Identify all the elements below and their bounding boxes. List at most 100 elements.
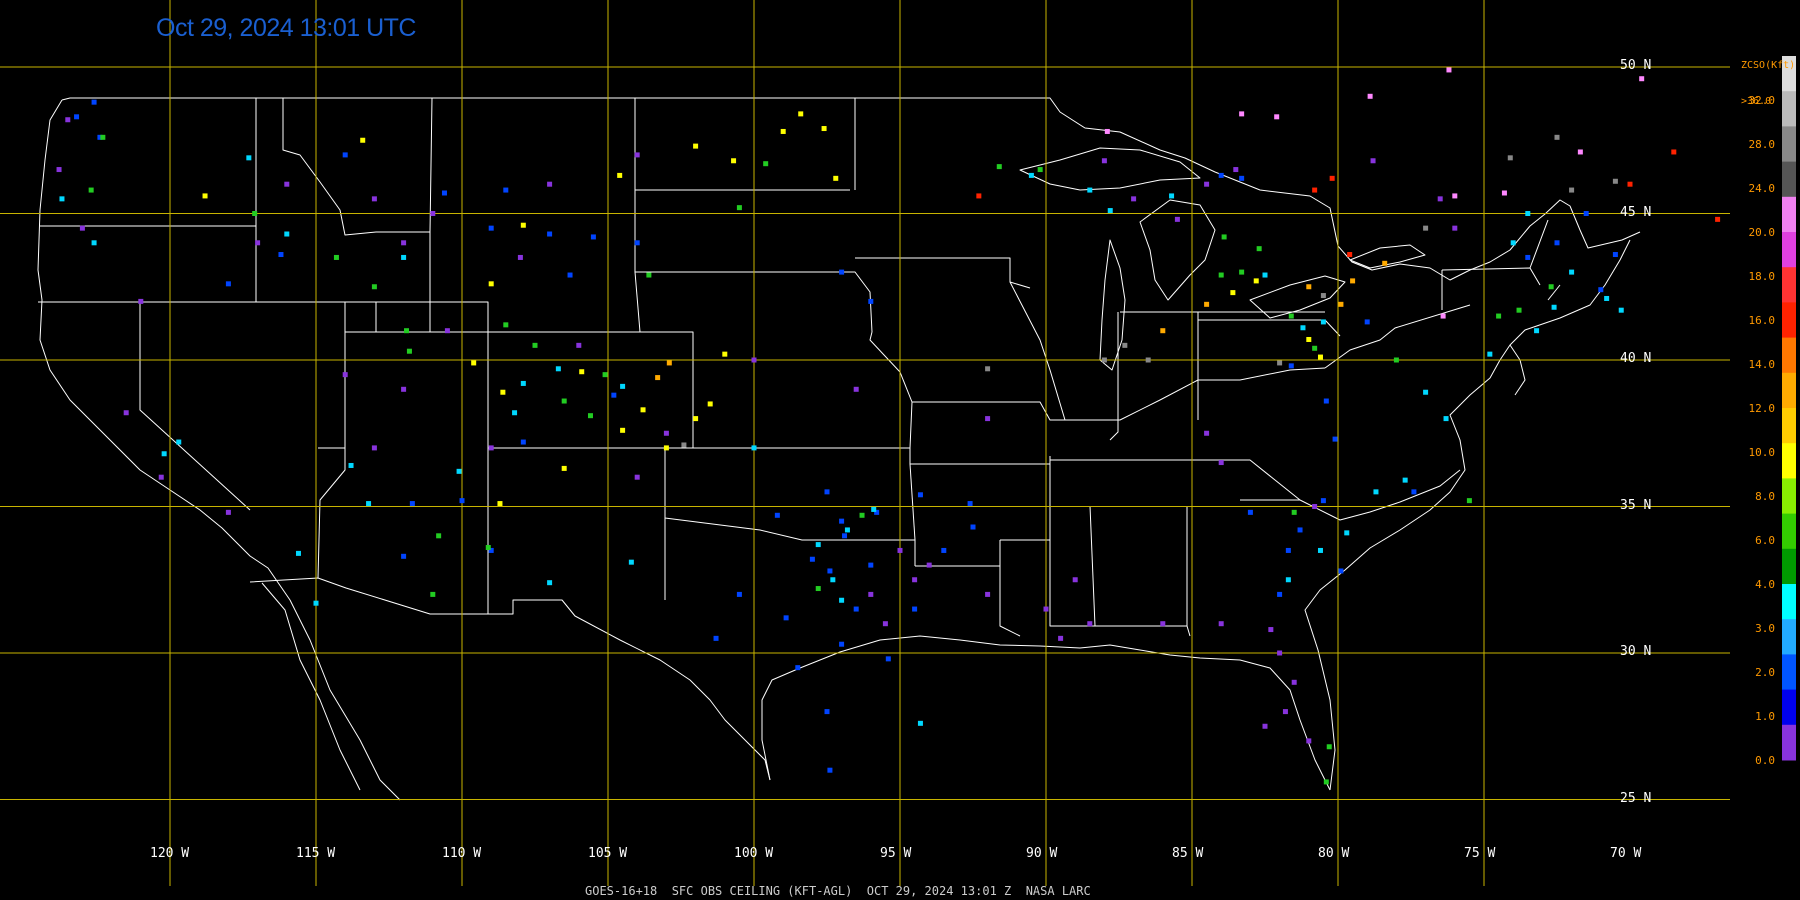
station-marker-purple [868,591,874,597]
legend-label: 18.0 [1748,270,1776,283]
station-marker-green [436,533,442,539]
station-marker-pink [1239,111,1245,117]
station-marker-blue [868,562,874,568]
station-marker-lightblue [246,155,252,161]
station-marker-pink [1501,190,1507,196]
station-marker-blue [1247,509,1253,515]
station-marker-purple [1452,225,1458,231]
station-marker-green [1466,498,1472,504]
station-marker-blue [1323,398,1329,404]
station-marker-blue [488,225,494,231]
station-marker-purple [1370,158,1376,164]
longitude-label: 80 W [1318,846,1350,861]
longitude-label: 90 W [1026,846,1058,861]
legend-label: 8.0 [1755,490,1775,503]
station-marker-purple [897,547,903,553]
legend-label: 16.0 [1748,314,1776,327]
station-marker-gray [985,366,991,372]
station-marker-green [1323,779,1329,785]
station-marker-purple [255,240,261,246]
station-marker-blue [278,252,284,258]
station-marker-yellow [471,360,477,366]
station-marker-blue [885,656,891,662]
station-marker-yellow [693,416,699,422]
station-marker-yellow [1306,336,1312,342]
legend-title-units: ZCSO(Kft) [1741,60,1796,71]
station-marker-blue [839,518,845,524]
station-marker-green [532,342,538,348]
station-marker-green [252,211,258,216]
station-marker-purple [1174,216,1180,222]
station-marker-green [996,164,1002,170]
station-marker-pink [1577,149,1583,155]
station-marker-orange [1350,278,1356,284]
station-marker-green [561,398,567,404]
longitude-label: 95 W [880,846,912,861]
station-marker-lightblue [512,410,518,416]
station-marker-blue [824,709,830,715]
station-marker-purple [56,167,62,173]
station-marker-yellow [707,401,713,407]
station-marker-blue [225,281,231,287]
station-marker-red [1627,181,1633,187]
station-marker-blue [912,606,918,612]
station-marker-green [1239,269,1245,275]
station-marker-green [371,284,377,290]
station-marker-blue [1297,527,1303,533]
legend-swatch [1782,161,1796,198]
station-marker-yellow [663,445,669,451]
station-marker-yellow [500,389,506,395]
station-marker-blue [634,240,640,246]
latitude-label: 30 N [1620,644,1652,659]
station-marker-yellow [520,222,526,228]
legend-label: 14.0 [1748,358,1776,371]
state-boundaries [37,97,1641,801]
station-marker-lightblue [1317,547,1323,553]
station-marker-blue [567,272,573,278]
station-marker-green [1218,272,1224,278]
station-marker-lightblue [176,439,182,445]
legend-label: 28.0 [1748,138,1776,151]
station-marker-yellow [561,465,567,471]
station-marker-yellow [821,126,827,132]
station-marker-red [1671,149,1677,155]
station-marker-lightblue [366,501,372,507]
station-marker-purple [342,372,348,378]
station-marker-orange [1160,328,1166,334]
station-marker-purple [1268,627,1274,633]
station-marker-blue [970,524,976,530]
station-marker-blue [503,187,509,193]
longitude-label: 115 W [296,846,336,861]
legend-swatch [1782,443,1796,479]
station-marker-lightblue [815,542,821,548]
station-marker-blue [1525,254,1531,260]
station-marker-gray [1101,357,1107,363]
station-marker-purple [1233,167,1239,173]
station-marker-green [503,322,509,328]
station-marker-gray [1612,178,1618,184]
station-marker-purple [853,386,859,392]
station-marker-lightblue [520,380,526,386]
station-marker-gray [1277,360,1283,366]
legend-label: 12.0 [1748,402,1776,415]
station-marker-blue [795,665,801,671]
station-marker-lightblue [1169,193,1175,199]
legend-swatch [1782,126,1796,163]
station-marker-lightblue [1487,351,1493,357]
station-marker-pink [1452,193,1458,199]
station-marker-gray [1122,342,1128,348]
station-marker-green [602,372,608,378]
station-marker-purple [912,577,918,583]
latitude-label: 50 N [1620,58,1652,73]
station-marker-purple [225,509,231,515]
station-marker-yellow [1230,290,1236,296]
station-marker-lightblue [1107,208,1113,214]
station-marker-lightblue [1534,328,1540,334]
latitude-label: 40 N [1620,351,1652,366]
station-marker-lightblue [1443,416,1449,422]
station-marker-blue [459,498,465,504]
station-marker-yellow [722,351,728,357]
station-marker-green [1326,744,1332,750]
station-marker-lightblue [628,559,634,565]
timestamp: Oct 29, 2024 13:01 UTC [156,14,416,42]
